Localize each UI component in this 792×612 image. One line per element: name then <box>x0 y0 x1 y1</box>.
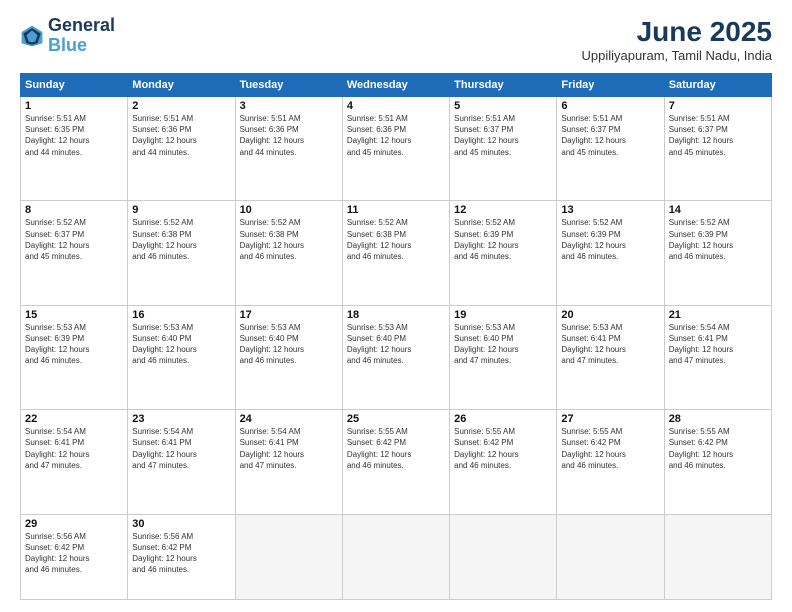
header: GeneralBlue June 2025 Uppiliyapuram, Tam… <box>20 16 772 63</box>
day-29: 29 Sunrise: 5:56 AMSunset: 6:42 PMDaylig… <box>21 514 128 599</box>
day-14: 14 Sunrise: 5:52 AMSunset: 6:39 PMDaylig… <box>664 201 771 305</box>
empty-cell-2 <box>342 514 449 599</box>
calendar-table: Sunday Monday Tuesday Wednesday Thursday… <box>20 73 772 600</box>
day-11: 11 Sunrise: 5:52 AMSunset: 6:38 PMDaylig… <box>342 201 449 305</box>
empty-cell-5 <box>664 514 771 599</box>
day-6: 6 Sunrise: 5:51 AMSunset: 6:37 PMDayligh… <box>557 97 664 201</box>
day-15: 15 Sunrise: 5:53 AMSunset: 6:39 PMDaylig… <box>21 305 128 409</box>
calendar-header-row: Sunday Monday Tuesday Wednesday Thursday… <box>21 74 772 97</box>
col-wednesday: Wednesday <box>342 74 449 97</box>
empty-cell-3 <box>450 514 557 599</box>
col-sunday: Sunday <box>21 74 128 97</box>
week-row-4: 22 Sunrise: 5:54 AMSunset: 6:41 PMDaylig… <box>21 410 772 514</box>
day-23: 23 Sunrise: 5:54 AMSunset: 6:41 PMDaylig… <box>128 410 235 514</box>
col-friday: Friday <box>557 74 664 97</box>
day-4: 4 Sunrise: 5:51 AMSunset: 6:36 PMDayligh… <box>342 97 449 201</box>
logo-icon <box>20 24 44 48</box>
day-13: 13 Sunrise: 5:52 AMSunset: 6:39 PMDaylig… <box>557 201 664 305</box>
day-1: 1 Sunrise: 5:51 AMSunset: 6:35 PMDayligh… <box>21 97 128 201</box>
empty-cell-4 <box>557 514 664 599</box>
day-22: 22 Sunrise: 5:54 AMSunset: 6:41 PMDaylig… <box>21 410 128 514</box>
day-27: 27 Sunrise: 5:55 AMSunset: 6:42 PMDaylig… <box>557 410 664 514</box>
day-17: 17 Sunrise: 5:53 AMSunset: 6:40 PMDaylig… <box>235 305 342 409</box>
day-19: 19 Sunrise: 5:53 AMSunset: 6:40 PMDaylig… <box>450 305 557 409</box>
day-18: 18 Sunrise: 5:53 AMSunset: 6:40 PMDaylig… <box>342 305 449 409</box>
page: GeneralBlue June 2025 Uppiliyapuram, Tam… <box>0 0 792 612</box>
location-subtitle: Uppiliyapuram, Tamil Nadu, India <box>581 48 772 63</box>
col-saturday: Saturday <box>664 74 771 97</box>
col-monday: Monday <box>128 74 235 97</box>
day-24: 24 Sunrise: 5:54 AMSunset: 6:41 PMDaylig… <box>235 410 342 514</box>
day-25: 25 Sunrise: 5:55 AMSunset: 6:42 PMDaylig… <box>342 410 449 514</box>
empty-cell-1 <box>235 514 342 599</box>
week-row-5: 29 Sunrise: 5:56 AMSunset: 6:42 PMDaylig… <box>21 514 772 599</box>
day-9: 9 Sunrise: 5:52 AMSunset: 6:38 PMDayligh… <box>128 201 235 305</box>
col-thursday: Thursday <box>450 74 557 97</box>
month-title: June 2025 <box>581 16 772 48</box>
week-row-3: 15 Sunrise: 5:53 AMSunset: 6:39 PMDaylig… <box>21 305 772 409</box>
title-block: June 2025 Uppiliyapuram, Tamil Nadu, Ind… <box>581 16 772 63</box>
day-12: 12 Sunrise: 5:52 AMSunset: 6:39 PMDaylig… <box>450 201 557 305</box>
logo-text: GeneralBlue <box>48 16 115 56</box>
day-5: 5 Sunrise: 5:51 AMSunset: 6:37 PMDayligh… <box>450 97 557 201</box>
day-28: 28 Sunrise: 5:55 AMSunset: 6:42 PMDaylig… <box>664 410 771 514</box>
day-21: 21 Sunrise: 5:54 AMSunset: 6:41 PMDaylig… <box>664 305 771 409</box>
day-20: 20 Sunrise: 5:53 AMSunset: 6:41 PMDaylig… <box>557 305 664 409</box>
day-26: 26 Sunrise: 5:55 AMSunset: 6:42 PMDaylig… <box>450 410 557 514</box>
day-2: 2 Sunrise: 5:51 AMSunset: 6:36 PMDayligh… <box>128 97 235 201</box>
col-tuesday: Tuesday <box>235 74 342 97</box>
day-30: 30 Sunrise: 5:56 AMSunset: 6:42 PMDaylig… <box>128 514 235 599</box>
week-row-2: 8 Sunrise: 5:52 AMSunset: 6:37 PMDayligh… <box>21 201 772 305</box>
logo: GeneralBlue <box>20 16 115 56</box>
day-16: 16 Sunrise: 5:53 AMSunset: 6:40 PMDaylig… <box>128 305 235 409</box>
week-row-1: 1 Sunrise: 5:51 AMSunset: 6:35 PMDayligh… <box>21 97 772 201</box>
day-7: 7 Sunrise: 5:51 AMSunset: 6:37 PMDayligh… <box>664 97 771 201</box>
day-8: 8 Sunrise: 5:52 AMSunset: 6:37 PMDayligh… <box>21 201 128 305</box>
day-10: 10 Sunrise: 5:52 AMSunset: 6:38 PMDaylig… <box>235 201 342 305</box>
day-3: 3 Sunrise: 5:51 AMSunset: 6:36 PMDayligh… <box>235 97 342 201</box>
